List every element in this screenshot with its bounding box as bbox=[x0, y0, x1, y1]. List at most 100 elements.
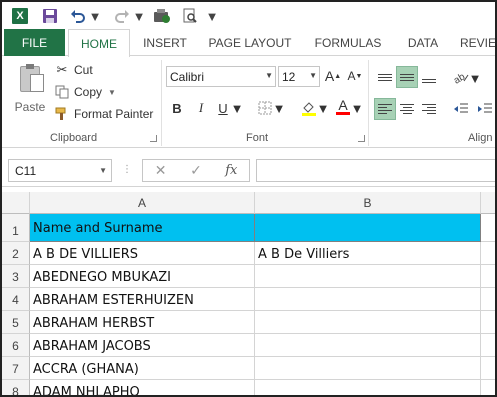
borders-button[interactable] bbox=[256, 98, 274, 118]
paint-bucket-icon bbox=[302, 102, 316, 116]
cell-c2[interactable] bbox=[481, 242, 495, 265]
row-header[interactable]: 1 bbox=[2, 214, 30, 242]
tab-data[interactable]: DATA bbox=[398, 29, 448, 56]
increase-indent-button[interactable] bbox=[474, 98, 495, 120]
cell-c7[interactable] bbox=[481, 357, 495, 380]
font-size-select[interactable]: 12 ▼ bbox=[278, 66, 320, 87]
ribbon-divider bbox=[161, 60, 162, 146]
borders-icon bbox=[258, 101, 272, 115]
clipboard-launcher-icon[interactable] bbox=[150, 135, 157, 142]
align-center-button[interactable] bbox=[396, 98, 418, 120]
tab-formulas[interactable]: FORMULAS bbox=[308, 29, 388, 56]
font-family-select[interactable]: Calibri ▼ bbox=[166, 66, 276, 87]
format-painter-button[interactable]: Format Painter bbox=[54, 104, 153, 124]
cancel-icon[interactable]: ✕ bbox=[143, 162, 178, 179]
cell-a3[interactable]: ABEDNEGO MBUKAZI bbox=[30, 265, 255, 288]
tab-home[interactable]: HOME bbox=[68, 29, 130, 57]
redo-dropdown-icon[interactable]: ▼ bbox=[133, 6, 146, 26]
row-header[interactable]: 2 bbox=[2, 242, 30, 265]
cell-b5[interactable] bbox=[255, 311, 481, 334]
cell-a1[interactable]: Name and Surname bbox=[30, 214, 255, 242]
touch-mode-icon[interactable] bbox=[152, 6, 172, 26]
cell-a4[interactable]: ABRAHAM ESTERHUIZEN bbox=[30, 288, 255, 311]
name-box[interactable]: C11 ▼ bbox=[8, 159, 112, 182]
chevron-down-icon: ▼ bbox=[265, 71, 273, 80]
tab-insert[interactable]: INSERT bbox=[136, 29, 194, 56]
cut-button[interactable]: ✂ Cut bbox=[54, 60, 93, 80]
row-header[interactable]: 3 bbox=[2, 265, 30, 288]
underline-button[interactable]: U bbox=[214, 98, 232, 118]
shrink-font-button[interactable]: A ▼ bbox=[346, 66, 364, 86]
cell-a5[interactable]: ABRAHAM HERBST bbox=[30, 311, 255, 334]
redo-icon[interactable] bbox=[112, 6, 132, 26]
enter-icon[interactable]: ✓ bbox=[178, 162, 213, 179]
fill-color-dropdown-icon[interactable]: ▼ bbox=[317, 98, 330, 118]
font-color-swatch bbox=[336, 111, 350, 115]
customize-dropdown-icon[interactable]: ▼ bbox=[206, 6, 219, 26]
row-header[interactable]: 6 bbox=[2, 334, 30, 357]
select-all-corner[interactable] bbox=[2, 192, 30, 214]
row-header[interactable]: 5 bbox=[2, 311, 30, 334]
font-color-button[interactable]: A bbox=[334, 96, 352, 116]
chevron-down-icon: ▼ bbox=[99, 166, 107, 175]
fill-color-button[interactable] bbox=[300, 98, 318, 118]
cell-a6[interactable]: ABRAHAM JACOBS bbox=[30, 334, 255, 357]
worksheet-grid: A B 1 Name and Surname 2 A B DE VILLIERS… bbox=[2, 192, 495, 395]
paste-icon bbox=[16, 64, 44, 96]
grow-font-button[interactable]: A ▲ bbox=[324, 66, 342, 86]
cell-b2[interactable]: A B De Villiers bbox=[255, 242, 481, 265]
cell-c6[interactable] bbox=[481, 334, 495, 357]
cell-c4[interactable] bbox=[481, 288, 495, 311]
copy-icon bbox=[54, 84, 70, 100]
align-right-button[interactable] bbox=[418, 98, 440, 120]
tab-file[interactable]: FILE bbox=[4, 29, 65, 56]
bottom-align-button[interactable] bbox=[418, 66, 440, 88]
row-header[interactable]: 4 bbox=[2, 288, 30, 311]
cell-c8[interactable] bbox=[481, 380, 495, 395]
column-header-a[interactable]: A bbox=[30, 192, 255, 214]
font-launcher-icon[interactable] bbox=[358, 135, 365, 142]
cell-a8[interactable]: ADAM NHLAPHO bbox=[30, 380, 255, 395]
ribbon-tabs: FILE HOME INSERT PAGE LAYOUT FORMULAS DA… bbox=[2, 29, 495, 57]
borders-dropdown-icon[interactable]: ▼ bbox=[273, 98, 286, 118]
cell-a7[interactable]: ACCRA (GHANA) bbox=[30, 357, 255, 380]
cell-b6[interactable] bbox=[255, 334, 481, 357]
column-header-b[interactable]: B bbox=[255, 192, 481, 214]
cell-b1[interactable] bbox=[255, 214, 481, 242]
insert-function-icon[interactable]: fx bbox=[214, 163, 249, 178]
splitter-handle-icon[interactable]: ⋮ bbox=[122, 164, 132, 175]
underline-dropdown-icon[interactable]: ▼ bbox=[231, 98, 244, 118]
cell-c1[interactable] bbox=[481, 214, 495, 242]
clipboard-group-label: Clipboard bbox=[50, 132, 98, 144]
tab-page-layout[interactable]: PAGE LAYOUT bbox=[202, 29, 298, 56]
cell-c3[interactable] bbox=[481, 265, 495, 288]
top-align-button[interactable] bbox=[374, 66, 396, 88]
middle-align-button[interactable] bbox=[396, 66, 418, 88]
paintbrush-icon bbox=[54, 106, 70, 122]
cell-b3[interactable] bbox=[255, 265, 481, 288]
increase-indent-icon bbox=[478, 103, 492, 113]
cell-c5[interactable] bbox=[481, 311, 495, 334]
save-icon[interactable] bbox=[40, 6, 60, 26]
column-header-c[interactable] bbox=[481, 192, 495, 214]
cell-b4[interactable] bbox=[255, 288, 481, 311]
orientation-dropdown-icon[interactable]: ▼ bbox=[469, 68, 482, 88]
font-color-dropdown-icon[interactable]: ▼ bbox=[351, 98, 364, 118]
align-left-button[interactable] bbox=[374, 98, 396, 120]
cell-b8[interactable] bbox=[255, 380, 481, 395]
undo-icon[interactable] bbox=[68, 6, 88, 26]
row-header[interactable]: 7 bbox=[2, 357, 30, 380]
row-header[interactable]: 8 bbox=[2, 380, 30, 395]
undo-dropdown-icon[interactable]: ▼ bbox=[89, 6, 102, 26]
copy-dropdown-icon[interactable]: ▼ bbox=[108, 88, 116, 97]
paste-button[interactable]: Paste bbox=[10, 60, 50, 122]
bold-button[interactable]: B bbox=[168, 98, 186, 118]
copy-button[interactable]: Copy ▼ bbox=[54, 82, 116, 102]
formula-input[interactable] bbox=[256, 159, 495, 182]
cell-a2[interactable]: A B DE VILLIERS bbox=[30, 242, 255, 265]
italic-button[interactable]: I bbox=[192, 98, 210, 118]
cell-b7[interactable] bbox=[255, 357, 481, 380]
tab-review[interactable]: REVIE bbox=[460, 29, 495, 56]
decrease-indent-button[interactable] bbox=[450, 98, 472, 120]
print-preview-icon[interactable] bbox=[180, 6, 200, 26]
